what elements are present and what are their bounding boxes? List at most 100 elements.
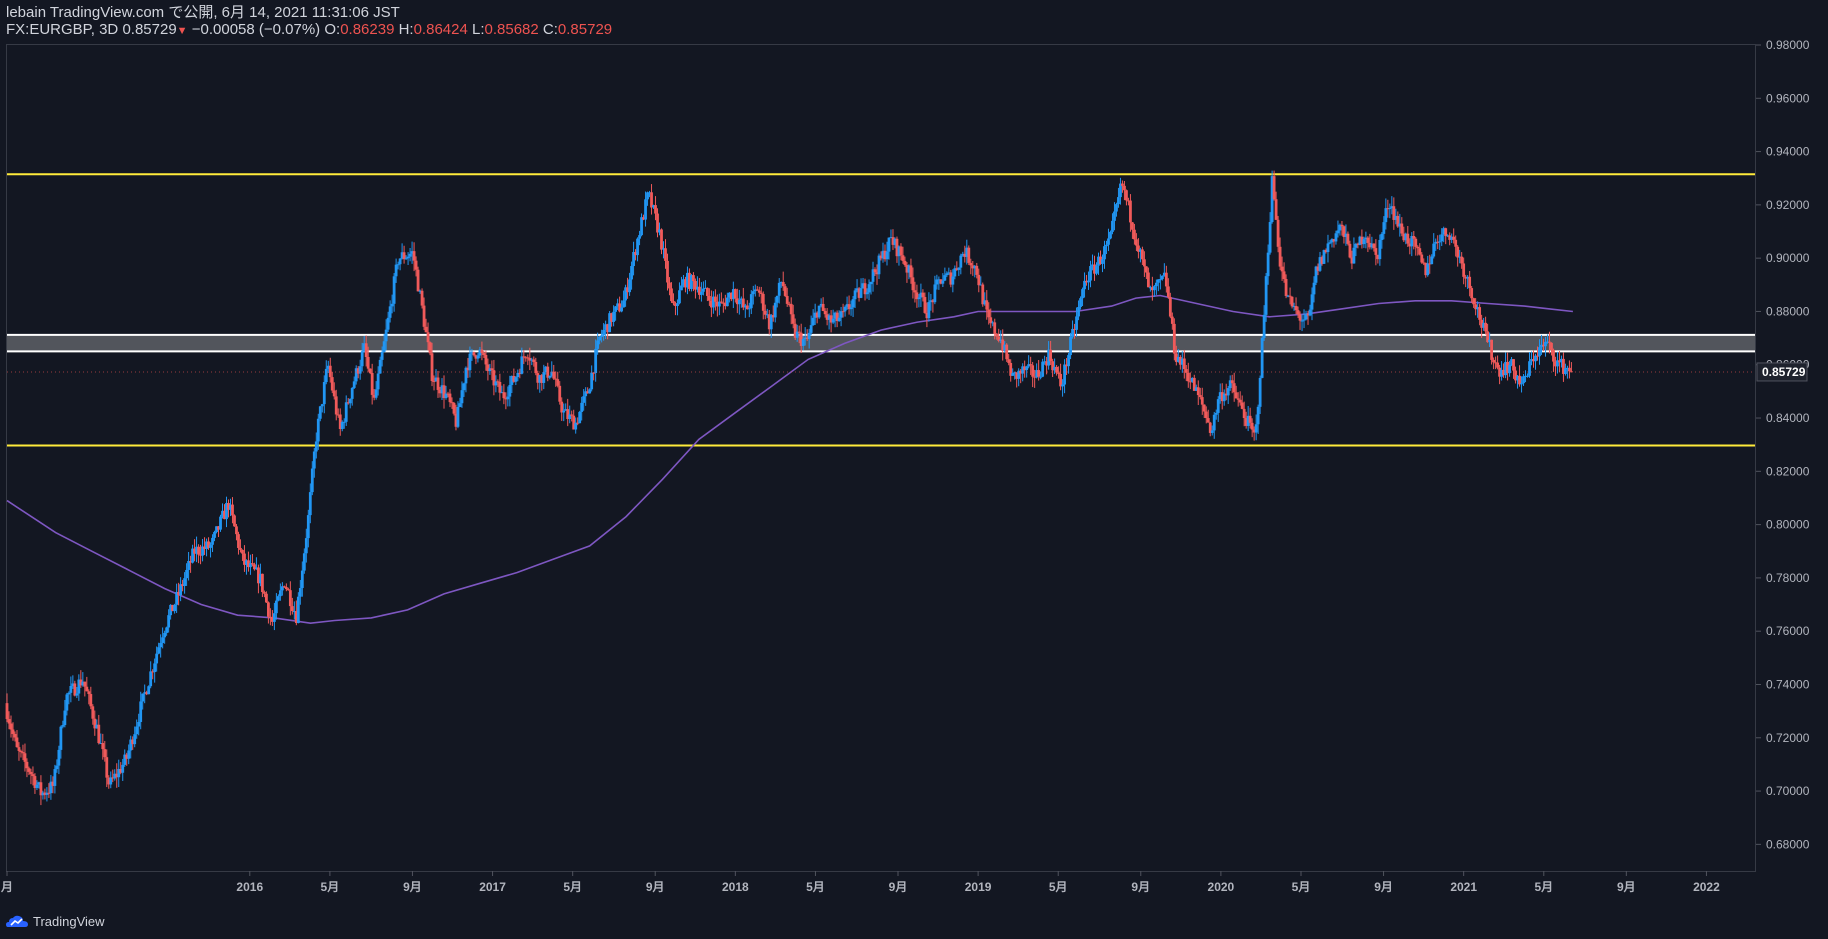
candle-body xyxy=(1125,190,1128,201)
candle-body xyxy=(412,251,416,261)
candle-body xyxy=(849,307,853,310)
candle-body xyxy=(165,627,169,633)
candle-body xyxy=(522,356,526,358)
x-tick-label: 2017 xyxy=(479,880,506,894)
candle-body xyxy=(103,749,107,758)
candle-body xyxy=(636,238,639,256)
candle-body xyxy=(995,333,999,337)
candle-body xyxy=(1414,238,1418,247)
candle-body xyxy=(484,354,488,365)
candle-body xyxy=(1256,406,1260,425)
candle-body xyxy=(263,592,266,594)
candle-body xyxy=(398,258,402,265)
candle-body xyxy=(1452,236,1456,240)
candle-body xyxy=(1420,254,1424,263)
candle-body xyxy=(556,379,560,386)
candle-body xyxy=(676,303,679,307)
candle-body xyxy=(773,302,777,318)
candle-body xyxy=(1334,233,1338,242)
candle-body xyxy=(1230,380,1234,384)
candle-body xyxy=(1067,355,1070,367)
candle-body xyxy=(344,402,348,422)
candle-body xyxy=(1520,383,1523,385)
candle-body xyxy=(1552,349,1555,362)
y-tick-label: 0.72000 xyxy=(1766,731,1810,745)
footer: TradingView xyxy=(6,911,105,931)
candle-body xyxy=(149,671,153,687)
candle-body xyxy=(707,295,711,301)
candle-body xyxy=(692,275,695,281)
candle-body xyxy=(237,534,240,548)
candle-body xyxy=(21,752,25,754)
candle-body xyxy=(101,743,105,750)
candle-body xyxy=(286,589,290,591)
candle-body xyxy=(1468,276,1472,289)
candle-body xyxy=(945,273,949,276)
y-tick-label: 0.80000 xyxy=(1766,518,1810,532)
candle-body xyxy=(600,335,604,337)
candle-body xyxy=(1210,430,1214,433)
candle-body xyxy=(785,295,789,304)
candle-body xyxy=(1274,199,1278,220)
candle-body xyxy=(65,694,69,711)
candle-body xyxy=(422,305,426,327)
candle-body xyxy=(977,274,981,286)
candle-body xyxy=(1133,229,1136,240)
candle-body xyxy=(867,284,871,293)
candle-body xyxy=(1438,241,1442,243)
candle-body xyxy=(1378,239,1382,260)
candle-body xyxy=(831,318,835,323)
candle-body xyxy=(1512,359,1515,371)
candle-body xyxy=(267,602,270,617)
candle-body xyxy=(933,284,937,303)
candle-body xyxy=(1141,249,1144,260)
candle-body xyxy=(241,549,244,554)
candle-body xyxy=(183,578,186,586)
x-tick-label: 5月 xyxy=(1049,880,1068,894)
candle-body xyxy=(197,546,200,555)
candle-body xyxy=(408,253,412,257)
candle-body xyxy=(1011,373,1015,376)
candle-body xyxy=(1129,200,1132,223)
candle-body xyxy=(1095,265,1098,274)
candle-body xyxy=(1238,399,1242,403)
candle-body xyxy=(520,356,524,374)
candle-body xyxy=(975,265,979,275)
candle-body xyxy=(1154,282,1158,287)
candle-body xyxy=(1075,316,1078,330)
y-tick-label: 0.90000 xyxy=(1766,251,1810,265)
candle-body xyxy=(1444,228,1448,237)
candle-body xyxy=(97,724,101,744)
candle-body xyxy=(1039,376,1043,378)
candle-body xyxy=(11,729,15,734)
candle-body xyxy=(1380,233,1384,240)
x-tick-label: 9月 xyxy=(646,880,665,894)
candle-body xyxy=(590,372,594,390)
candle-body xyxy=(666,260,669,283)
candle-body xyxy=(304,538,308,554)
candle-body xyxy=(7,719,11,724)
candle-body xyxy=(320,404,324,407)
candle-body xyxy=(1025,366,1029,371)
candle-body xyxy=(508,384,512,397)
candle-body xyxy=(821,303,825,311)
price-chart[interactable]: 0.98000 0.96000 0.94000 0.92000 0.90000 0.880… xyxy=(0,0,1828,939)
candle-body xyxy=(1284,278,1288,296)
candle-body xyxy=(548,375,552,378)
candle-body xyxy=(386,317,390,330)
candle-body xyxy=(340,422,344,430)
candle-body xyxy=(668,282,671,289)
candle-body xyxy=(1071,328,1074,337)
candle-body xyxy=(640,217,643,236)
candle-body xyxy=(284,587,288,590)
candle-body xyxy=(638,235,641,239)
candle-body xyxy=(85,686,89,692)
candle-body xyxy=(1242,408,1246,419)
candle-body xyxy=(1382,222,1386,234)
candle-body xyxy=(570,414,574,416)
candle-body xyxy=(462,383,466,391)
candle-body xyxy=(1412,235,1416,239)
candle-body xyxy=(420,290,424,306)
candle-body xyxy=(869,281,873,285)
candle-body xyxy=(737,299,741,305)
